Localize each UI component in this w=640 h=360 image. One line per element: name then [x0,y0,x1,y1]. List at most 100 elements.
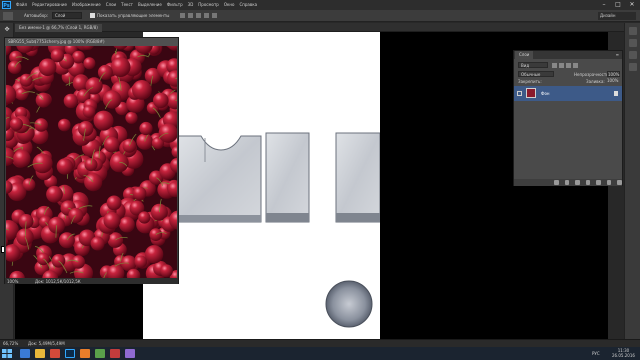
maximize-button[interactable]: □ [612,0,624,9]
image-document-window[interactable]: SBRG55_Sub$7753cherry.jpg @ 100% (RGB/8#… [4,37,179,284]
cherry [119,216,135,233]
align-top-icon[interactable] [204,13,209,18]
workspace-dropdown[interactable]: Дизайн [598,12,636,20]
opacity-input[interactable]: 100% [607,71,620,77]
fill-label: Заливка: [586,79,605,84]
cherry [56,158,74,175]
menu-item[interactable]: Выделение [138,2,162,7]
autoselect-label: Автовыбор: [24,13,49,18]
cherry [144,245,164,264]
paragraph-panel-icon[interactable] [629,63,637,71]
layer-name: Фон [541,91,550,96]
menu-item[interactable]: Справка [239,2,257,7]
menu-item[interactable]: Окно [224,2,235,7]
align-right-icon[interactable] [196,13,201,18]
cherry [82,105,96,118]
cherry [83,57,96,70]
cherry [134,255,148,268]
shirt-front-piece [177,135,262,223]
menu-item[interactable]: Редактирование [32,2,67,7]
show-controls-checkbox[interactable] [90,13,95,18]
menu-item[interactable]: Фильтр [167,2,183,7]
align-buttons [180,13,240,19]
cherry [122,138,137,153]
cherry [63,93,79,109]
options-bar: Автовыбор: Слой Показать управляющие эле… [0,10,640,22]
app-red-icon[interactable] [110,349,120,358]
status-bar: 66,72% Док: 5,49М/5,49М [0,339,640,347]
ie-browser-icon[interactable] [20,349,30,358]
panel-menu-icon[interactable]: ≡ [616,52,619,57]
adjustment-layer-icon[interactable] [585,180,591,185]
minimize-button[interactable]: – [598,0,610,9]
menu-item[interactable]: Слои [106,2,116,7]
file-explorer-icon[interactable] [35,349,45,358]
layer-thumbnail [526,88,536,98]
windows-start-icon[interactable] [2,349,12,358]
panel-icon-strip [624,23,640,339]
document-tab[interactable]: Без имени-1 @ 66,7% (Слой 1, RGB/8) [15,24,102,32]
photoshop-taskbar-icon[interactable] [65,349,75,358]
cherry [103,136,120,153]
delete-layer-icon[interactable] [617,180,623,185]
link-layers-icon[interactable] [554,180,559,185]
align-middle-icon[interactable] [212,13,217,18]
sleeve-piece-2 [335,132,381,223]
layer-filter-icons [552,63,578,68]
photoshop-logo-icon: Ps [2,1,11,9]
move-tool-icon[interactable]: ✥ [3,26,11,34]
app-purple-icon[interactable] [125,349,135,358]
layers-panel-footer [514,179,623,186]
layer-visibility-eye-icon[interactable] [517,91,522,96]
history-panel-icon[interactable] [629,27,637,35]
canvas-doc-info: Док: 5,49М/5,49М [28,341,65,346]
layers-panel-header: Слои ≡ [514,51,622,59]
menu-item[interactable]: Просмотр [198,2,219,7]
menu-item[interactable]: Файл [16,2,27,7]
add-mask-icon[interactable] [575,180,580,185]
image-window-titlebar[interactable]: SBRG55_Sub$7753cherry.jpg @ 100% (RGB/8#… [5,38,178,46]
cherry [125,111,138,124]
window-buttons: – □ ✕ [598,0,638,9]
align-center-icon[interactable] [188,13,193,18]
menu-item[interactable]: Текст [121,2,133,7]
image-zoom-level: 100% [7,279,19,284]
blend-mode-dropdown[interactable]: Обычные [518,71,554,77]
menu-item[interactable]: 3D [188,2,194,7]
new-group-icon[interactable] [596,180,601,185]
layer-row-background[interactable]: Фон [514,86,622,101]
app-green-icon[interactable] [95,349,105,358]
cherry [139,121,153,136]
autoselect-dropdown[interactable]: Слой [52,12,82,19]
app-orange-icon[interactable] [80,349,90,358]
layer-style-icon[interactable] [564,180,570,185]
media-player-icon[interactable] [50,349,60,358]
clock-date: 26.05.2016 [612,353,635,358]
cherries-photo [6,46,177,278]
new-layer-icon[interactable] [606,180,612,185]
fill-input[interactable]: 100% [607,78,618,83]
document-tab-bar: Без имени-1 @ 66,7% (Слой 1, RGB/8) [15,23,624,32]
clock[interactable]: 11:30 26.05.2016 [612,348,635,358]
canvas-zoom-level[interactable]: 66,72% [3,341,18,346]
character-panel-icon[interactable] [629,51,637,59]
keyboard-language[interactable]: РУС [592,351,600,356]
cherry [84,158,98,172]
image-window-status: 100% Док: 1012,5К/1012,5К [5,278,178,284]
layers-tab[interactable]: Слои [515,51,534,59]
cherry [38,58,57,77]
cherry [153,92,169,109]
opacity-label: Непрозрачность: [574,72,610,77]
move-tool-preset-icon[interactable] [3,12,13,20]
layers-panel: Слои ≡ Вид Обычные Непрозрачность: 100% … [513,50,623,186]
menu-item[interactable]: Изображение [72,2,101,7]
menu-items: Файл Редактирование Изображение Слои Текст Вы… [16,2,257,7]
cherry [46,185,63,203]
align-left-icon[interactable] [180,13,185,18]
shirt-front-hem [178,215,261,222]
layer-filter-kind[interactable]: Вид [518,62,548,68]
cherry [103,212,121,230]
close-button[interactable]: ✕ [626,0,638,9]
properties-panel-icon[interactable] [629,39,637,47]
layer-lock-icon [614,91,618,96]
